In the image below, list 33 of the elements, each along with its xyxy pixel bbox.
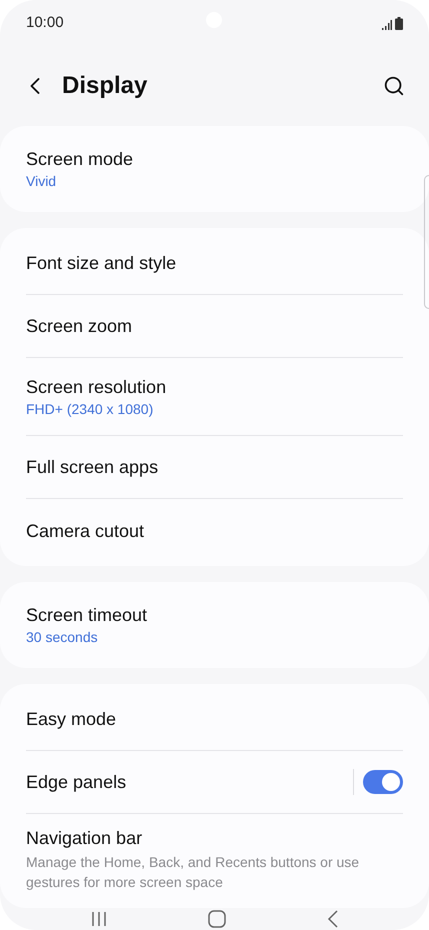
settings-item[interactable]: Screen zoom [26, 295, 403, 358]
item-title: Font size and style [26, 252, 178, 275]
toggle-switch[interactable] [363, 770, 403, 794]
settings-item[interactable]: Screen timeout 30 seconds [26, 586, 403, 664]
item-title: Navigation bar [26, 827, 144, 850]
settings-item[interactable]: Screen resolution FHD+ (2340 x 1080) [26, 358, 403, 436]
item-title: Full screen apps [26, 456, 160, 479]
settings-item[interactable]: Edge panels [26, 751, 403, 814]
back-icon[interactable] [326, 910, 338, 928]
home-icon[interactable] [208, 910, 226, 928]
status-time: 10:00 [26, 12, 64, 33]
item-description: Manage the Home, Back, and Recents buttons or use gestures for more screen space [26, 853, 360, 892]
settings-item[interactable]: Navigation bar Manage the Home, Back, and Recents buttons or use gestures for more screen space [26, 814, 403, 904]
search-icon [383, 75, 405, 97]
item-title: Screen timeout [26, 604, 148, 627]
item-title: Easy mode [26, 708, 118, 731]
battery-icon [395, 16, 403, 30]
page-title: Display [62, 71, 148, 101]
item-title: Screen resolution [26, 376, 168, 398]
settings-item[interactable]: Screen mode Vivid [26, 130, 403, 208]
settings-item[interactable]: Easy mode [26, 688, 403, 751]
item-value: Vivid [26, 172, 58, 191]
settings-item[interactable]: Full screen apps [26, 436, 403, 499]
recents-icon[interactable] [90, 911, 106, 927]
item-value: FHD+ (2340 x 1080) [26, 400, 154, 418]
item-title: Screen mode [26, 148, 134, 171]
item-title: Camera cutout [26, 520, 146, 542]
item-title: Edge panels [26, 771, 128, 794]
signal-icon [382, 20, 392, 30]
settings-item[interactable]: Camera cutout [26, 499, 403, 562]
item-title: Screen zoom [26, 315, 134, 338]
settings-item[interactable]: Font size and style [26, 232, 403, 295]
item-value: 30 seconds [26, 628, 99, 647]
